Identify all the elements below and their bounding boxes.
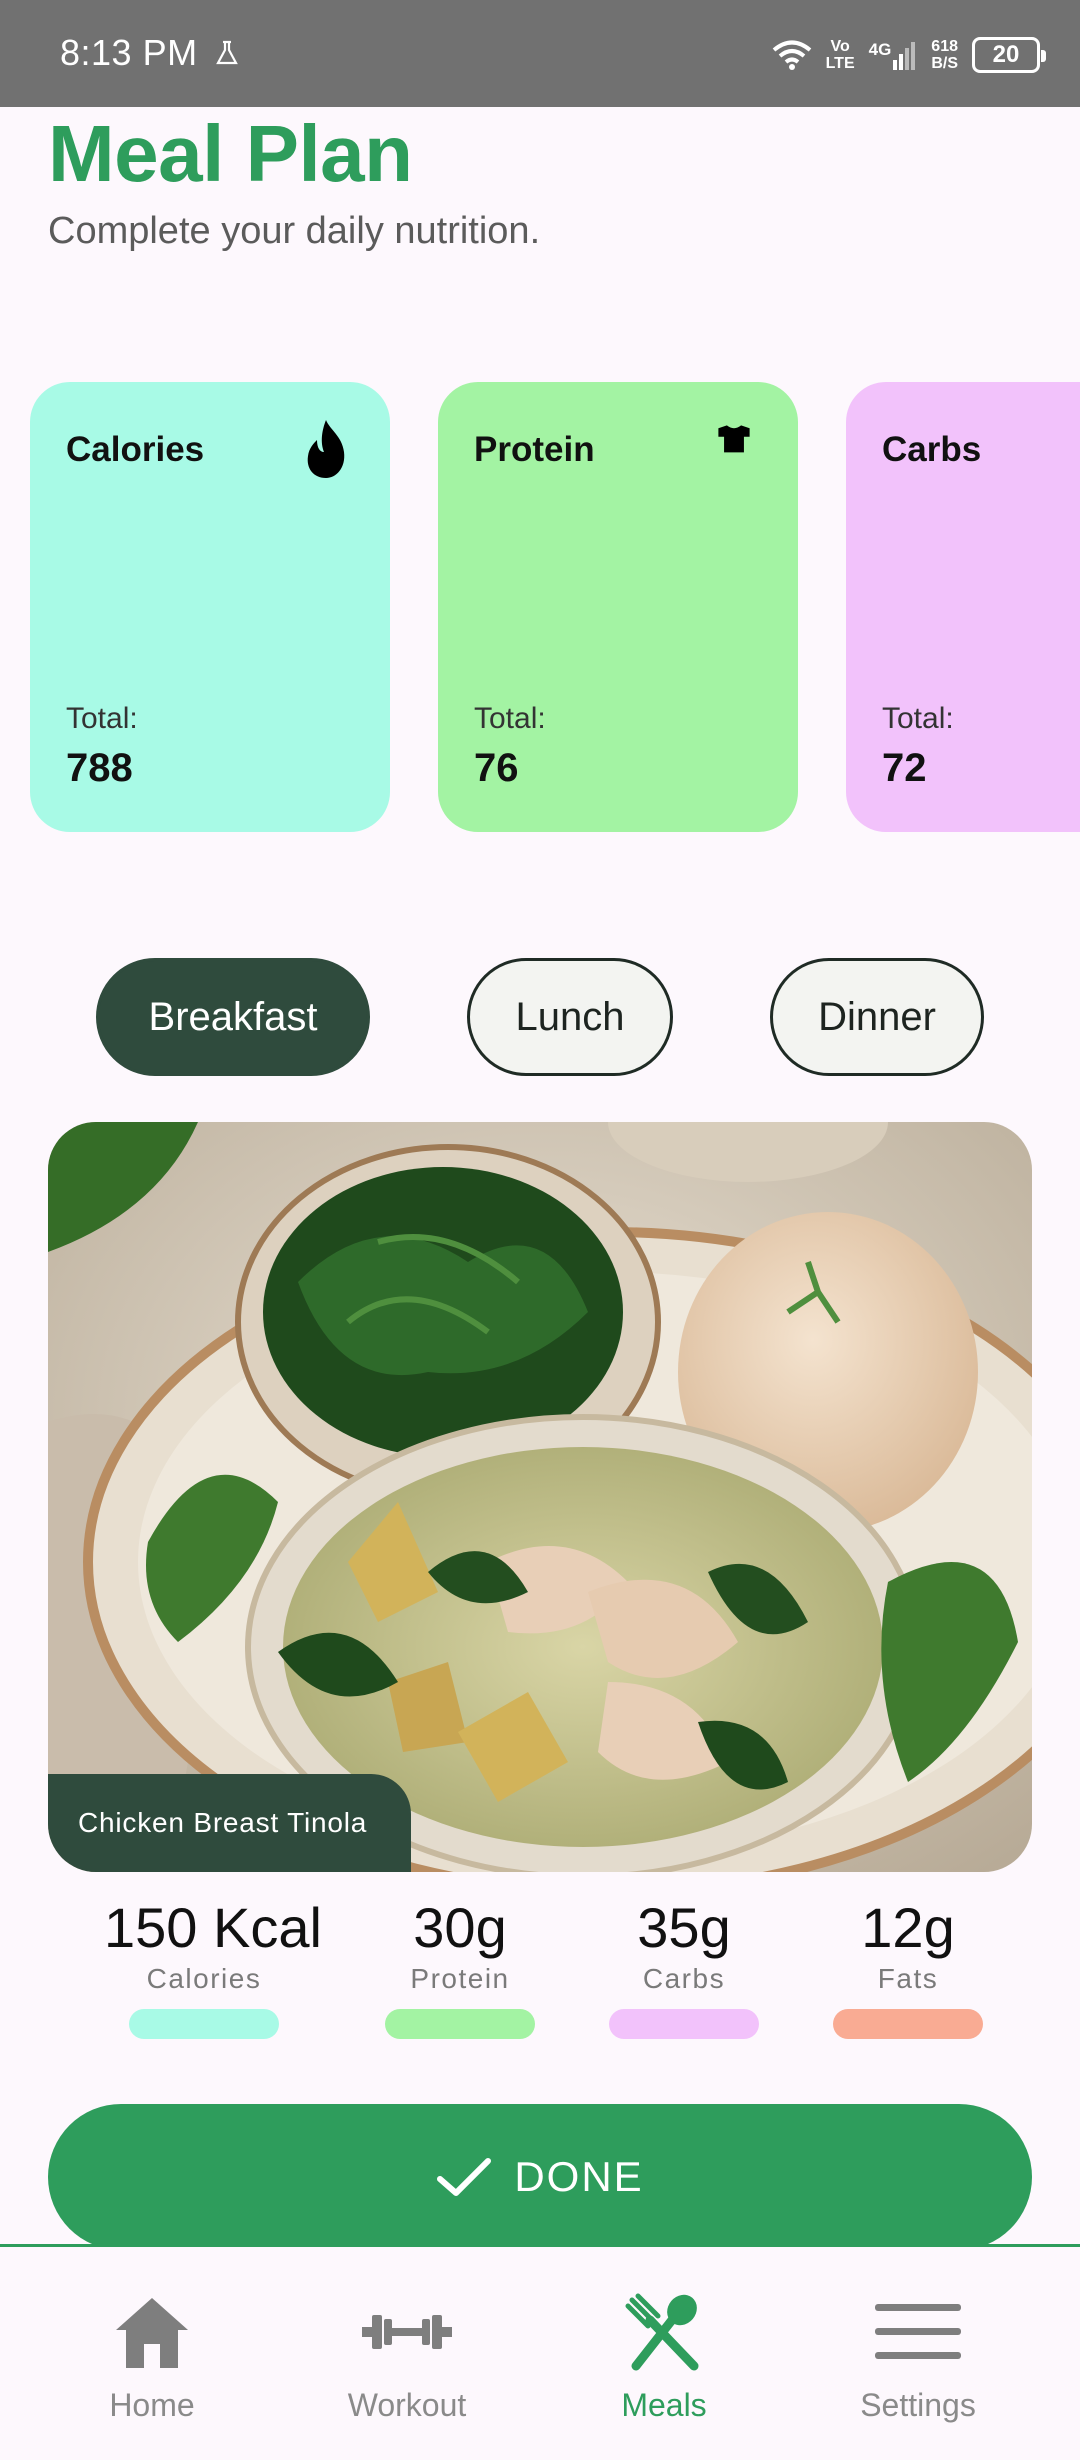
checkmark-icon	[437, 2158, 492, 2196]
meal-photo	[48, 1122, 1032, 1872]
nav-settings[interactable]: Settings	[808, 2287, 1028, 2424]
card-total-label: Total:	[66, 702, 138, 735]
home-icon	[116, 2298, 188, 2368]
macro-fats: 12g Fats	[808, 1895, 1008, 2039]
shirt-icon	[718, 425, 750, 453]
meal-name-chip: Chicken Breast Tinola	[48, 1774, 411, 1872]
app-screen: 8:13 PM Vo LTE 4G 618 B/S 20 Meal Plan C…	[0, 0, 1080, 2460]
macro-value: 150 Kcal	[104, 1896, 322, 1959]
done-label: DONE	[514, 2153, 644, 2200]
fork-spoon-icon	[625, 2293, 699, 2371]
status-icons: Vo LTE 4G 618 B/S 20	[772, 30, 1046, 80]
tab-lunch[interactable]: Lunch	[467, 958, 673, 1076]
macro-bar	[385, 2009, 535, 2039]
macro-label: Fats	[877, 1963, 939, 1994]
protein-card[interactable]: Protein Total: 76	[438, 382, 798, 832]
tab-breakfast[interactable]: Breakfast	[96, 958, 370, 1076]
nav-label: Workout	[347, 2387, 467, 2423]
macro-bar	[833, 2009, 983, 2039]
macro-label: Calories	[146, 1963, 262, 1994]
battery-icon: 20	[972, 37, 1046, 73]
meal-image[interactable]: Chicken Breast Tinola	[48, 1122, 1032, 1872]
nav-home[interactable]: Home	[42, 2287, 262, 2424]
nav-label: Meals	[621, 2387, 707, 2423]
macro-label: Carbs	[642, 1963, 726, 1994]
status-time: 8:13 PM	[60, 32, 198, 73]
signal-indicator: 4G	[869, 40, 918, 70]
flask-icon	[216, 40, 238, 65]
carbs-card[interactable]: Carbs Total: 72	[846, 382, 1080, 832]
calories-card[interactable]: Calories Total: 788	[30, 382, 390, 832]
nav-meals[interactable]: Meals	[554, 2287, 774, 2424]
menu-icon	[875, 2304, 961, 2359]
card-total-value: 788	[66, 746, 133, 790]
page-subtitle: Complete your daily nutrition.	[48, 210, 541, 252]
speed-value: 618	[931, 38, 958, 55]
meal-name: Chicken Breast Tinola	[78, 1807, 368, 1838]
macro-bar	[609, 2009, 759, 2039]
nav-label: Home	[109, 2387, 195, 2423]
done-button[interactable]: DONE	[48, 2104, 1032, 2250]
dumbbell-icon	[362, 2315, 452, 2349]
card-total-value: 76	[474, 746, 519, 790]
card-title: Protein	[474, 430, 595, 469]
macro-carbs: 35g Carbs	[584, 1895, 784, 2039]
nav-workout[interactable]: Workout	[297, 2287, 517, 2424]
network-type: 4G	[868, 40, 892, 59]
wifi-icon	[772, 40, 811, 70]
card-total-label: Total:	[474, 702, 546, 735]
nav-label: Settings	[860, 2387, 976, 2423]
card-title: Carbs	[882, 430, 982, 469]
status-bar: 8:13 PM Vo LTE 4G 618 B/S 20	[0, 0, 1080, 107]
volte-top: Vo	[830, 38, 850, 55]
macro-bar	[129, 2009, 279, 2039]
macro-value: 35g	[637, 1896, 731, 1959]
page-title: Meal Plan	[48, 109, 413, 198]
flame-icon	[307, 420, 345, 478]
card-total-label: Total:	[882, 702, 954, 735]
speed-unit: B/S	[931, 55, 958, 72]
card-title: Calories	[66, 430, 205, 469]
bottom-nav: Home Workout Meals Settings	[0, 2244, 1080, 2460]
card-total-value: 72	[882, 746, 927, 790]
signal-icon	[893, 42, 916, 70]
macro-label: Protein	[410, 1963, 510, 1994]
macro-value: 30g	[413, 1896, 507, 1959]
volte-indicator: Vo LTE	[826, 38, 855, 72]
tab-dinner[interactable]: Dinner	[770, 958, 984, 1076]
macro-calories: 150 Kcal Calories	[104, 1895, 322, 2039]
battery-level: 20	[992, 41, 1020, 68]
macro-value: 12g	[861, 1896, 955, 1959]
macro-protein: 30g Protein	[360, 1895, 560, 2039]
network-speed: 618 B/S	[931, 38, 958, 72]
volte-bottom: LTE	[825, 55, 855, 72]
